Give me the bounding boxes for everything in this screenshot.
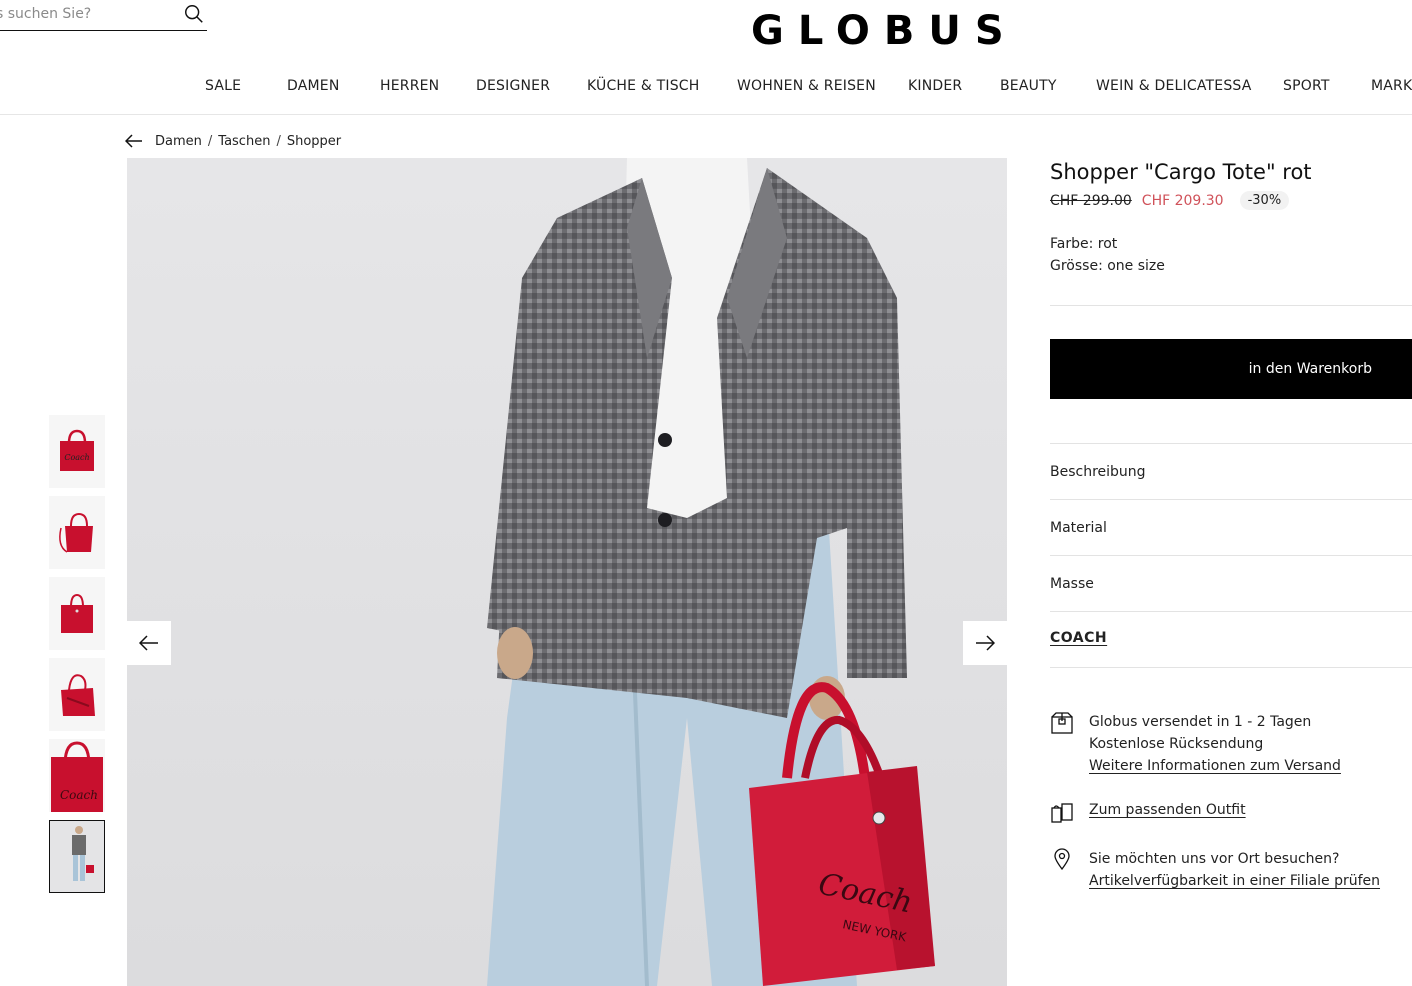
thumbnail-5[interactable]: Coach: [49, 739, 105, 812]
back-arrow-icon[interactable]: [125, 134, 143, 148]
thumbnail-3[interactable]: [49, 577, 105, 650]
color-attribute: Farbe: rot: [1050, 236, 1118, 252]
svg-text:Coach: Coach: [64, 453, 89, 462]
breadcrumb-damen[interactable]: Damen: [155, 134, 202, 149]
accordion-masse[interactable]: Masse: [1050, 576, 1094, 592]
shipping-info-link[interactable]: Weitere Informationen zum Versand: [1089, 755, 1341, 777]
free-returns: Kostenlose Rücksendung: [1089, 736, 1264, 752]
divider: [1050, 443, 1412, 444]
store-visit-text: Sie möchten uns vor Ort besuchen?: [1089, 851, 1340, 867]
nav-herren[interactable]: HERREN: [380, 78, 439, 94]
size-attribute: Grösse: one size: [1050, 258, 1165, 274]
header-divider: [0, 114, 1412, 115]
accordion-beschreibung[interactable]: Beschreibung: [1050, 464, 1146, 480]
discount-badge: -30%: [1239, 191, 1290, 210]
store-info: Sie möchten uns vor Ort besuchen? Artike…: [1089, 848, 1380, 892]
accordion-material[interactable]: Material: [1050, 520, 1107, 536]
breadcrumb: Damen / Taschen / Shopper: [125, 131, 341, 151]
nav-wohnen-reisen[interactable]: WOHNEN & REISEN: [737, 78, 876, 94]
divider: [1050, 611, 1412, 612]
outfit-info: Zum passenden Outfit: [1089, 799, 1246, 821]
sale-price: CHF 209.30: [1141, 192, 1224, 209]
product-title: Shopper "Cargo Tote" rot: [1050, 160, 1312, 184]
divider: [1050, 499, 1412, 500]
outfit-icon: [1051, 803, 1073, 823]
arrow-left-icon: [139, 635, 158, 651]
divider: [1050, 667, 1412, 668]
nav-wein-delicatessa[interactable]: WEIN & DELICATESSA: [1096, 78, 1252, 94]
nav-mark[interactable]: MARK: [1371, 78, 1412, 94]
gallery-prev-button[interactable]: [127, 621, 171, 665]
thumbnail-4[interactable]: [49, 658, 105, 731]
thumbnail-6[interactable]: [49, 820, 105, 893]
thumbnail-list: Coach Coach: [49, 415, 106, 901]
breadcrumb-separator: /: [276, 133, 281, 149]
nav-sale[interactable]: SALE: [205, 78, 241, 94]
shipping-info: Globus versendet in 1 - 2 Tagen Kostenlo…: [1089, 711, 1341, 777]
breadcrumb-taschen[interactable]: Taschen: [218, 134, 270, 149]
nav-designer[interactable]: DESIGNER: [476, 78, 550, 94]
nav-damen[interactable]: DAMEN: [287, 78, 340, 94]
nav-kinder[interactable]: KINDER: [908, 78, 962, 94]
search-input[interactable]: [0, 0, 176, 28]
model-photo: Coach NEW YORK: [487, 158, 935, 986]
globus-logo[interactable]: GLOBUS: [751, 8, 1018, 54]
store-availability-link[interactable]: Artikelverfügbarkeit in einer Filiale pr…: [1089, 870, 1380, 892]
main-nav: SALE DAMEN HERREN DESIGNER KÜCHE & TISCH…: [0, 78, 1412, 98]
shipping-time: Globus versendet in 1 - 2 Tagen: [1089, 714, 1312, 730]
thumbnail-1[interactable]: Coach: [49, 415, 105, 488]
old-price: CHF 299.00: [1050, 192, 1132, 209]
divider: [1050, 555, 1412, 556]
thumbnail-2[interactable]: [49, 496, 105, 569]
add-to-cart-button[interactable]: in den Warenkorb: [1050, 339, 1412, 399]
nav-kueche-tisch[interactable]: KÜCHE & TISCH: [587, 78, 700, 94]
arrow-right-icon: [976, 635, 995, 651]
breadcrumb-separator: /: [207, 133, 213, 149]
nav-beauty[interactable]: BEAUTY: [1000, 78, 1057, 94]
gallery-next-button[interactable]: [963, 621, 1007, 665]
search-box[interactable]: [0, 0, 207, 31]
main-product-image: Coach NEW YORK: [127, 158, 1007, 986]
price-row: CHF 299.00 CHF 209.30 -30%: [1050, 191, 1290, 210]
nav-sport[interactable]: SPORT: [1283, 78, 1330, 94]
search-icon[interactable]: [183, 3, 205, 25]
svg-text:Coach: Coach: [60, 788, 98, 802]
brand-link[interactable]: COACH: [1050, 630, 1107, 646]
delivery-box-icon: [1051, 712, 1073, 734]
location-pin-icon: [1054, 848, 1070, 871]
outfit-link[interactable]: Zum passenden Outfit: [1089, 799, 1246, 821]
breadcrumb-shopper[interactable]: Shopper: [287, 134, 341, 149]
divider: [1050, 305, 1412, 306]
